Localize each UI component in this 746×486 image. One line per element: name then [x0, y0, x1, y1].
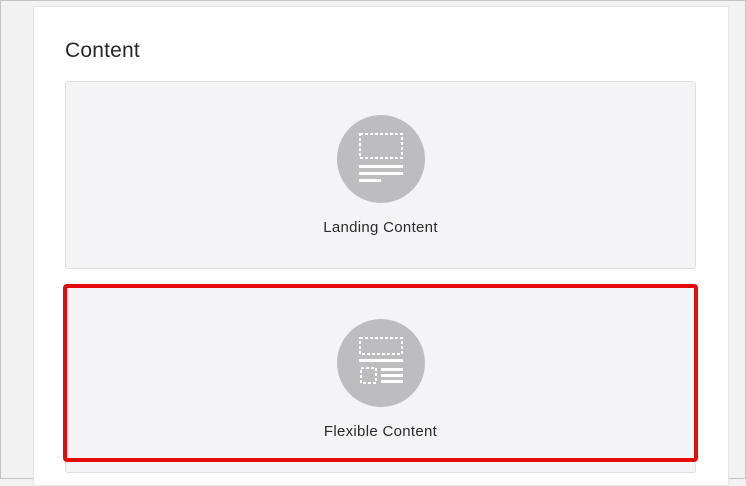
landing-content-icon: [336, 115, 425, 203]
flexible-content-label: Flexible Content: [323, 423, 438, 440]
flexible-content-icon: [336, 319, 425, 407]
section-title: Content: [65, 39, 140, 62]
landing-content-label: Landing Content: [323, 219, 438, 236]
landing-content-card[interactable]: Landing Content: [65, 81, 696, 269]
content-panel: Content Landing Content Flexible Content: [33, 6, 729, 486]
flexible-content-card[interactable]: Flexible Content: [65, 285, 696, 473]
